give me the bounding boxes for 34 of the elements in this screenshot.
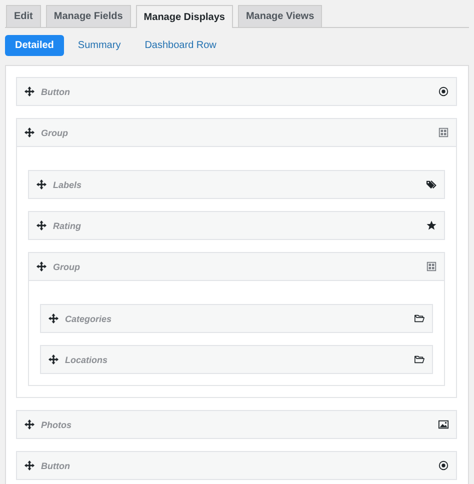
radio-icon [438,460,449,471]
move-icon[interactable] [24,460,35,471]
move-icon[interactable] [48,313,59,324]
move-icon[interactable] [24,86,35,97]
tab[interactable]: Edit [6,5,41,27]
folder-icon [414,313,425,324]
item-label: Locations [65,354,109,364]
item-label: Group [41,128,69,138]
image-icon [438,419,449,430]
move-icon[interactable] [36,261,47,272]
move-icon[interactable] [36,179,47,190]
item-label: Rating [53,220,82,230]
folder-icon [414,354,425,365]
move-icon[interactable] [24,419,35,430]
item-label: Categories [65,314,113,324]
tags-icon [426,179,437,190]
grid-icon [426,261,437,272]
item-label: Button [41,460,71,470]
move-icon[interactable] [48,354,59,365]
item-label: Labels [53,180,83,190]
tab[interactable]: Manage Fields [46,5,131,27]
tab[interactable]: Manage Views [238,5,322,27]
grid-icon [438,127,449,138]
display-tab[interactable]: Dashboard Row [134,35,226,56]
item-label: Group [53,262,81,272]
item-label: Button [41,86,71,96]
display-tab[interactable]: Detailed [5,35,64,56]
tab[interactable]: Manage Displays [136,5,233,28]
radio-icon [438,86,449,97]
move-icon[interactable] [36,220,47,231]
star-icon [426,220,437,231]
display-tab[interactable]: Summary [68,35,131,56]
move-icon[interactable] [24,127,35,138]
item-label: Photos [41,420,72,430]
